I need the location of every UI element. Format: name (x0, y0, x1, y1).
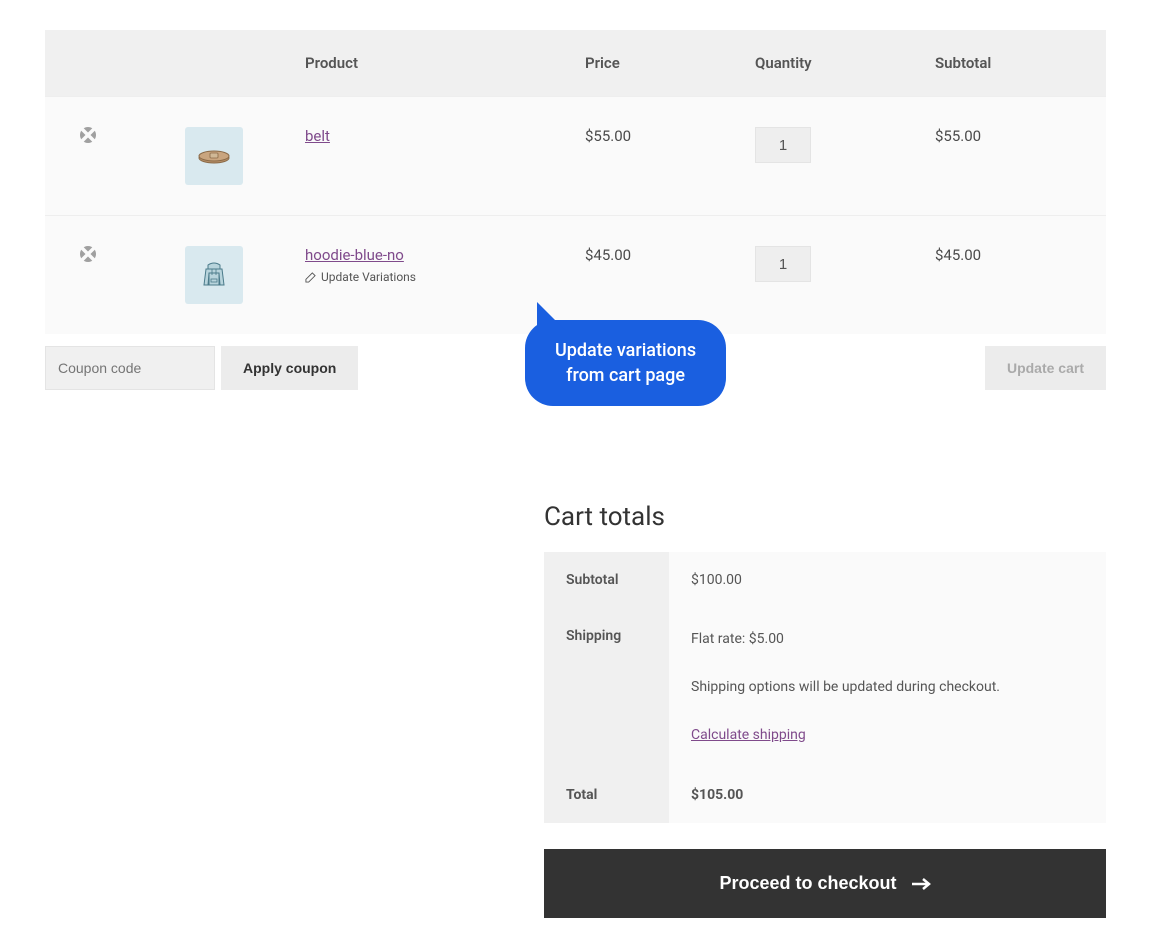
calculate-shipping-link[interactable]: Calculate shipping (691, 727, 806, 743)
subtotal-value: $100.00 (669, 552, 1106, 608)
hoodie-icon (194, 255, 234, 295)
remove-item-button[interactable] (80, 127, 96, 143)
quantity-input[interactable] (755, 127, 811, 163)
price-cell: $55.00 (565, 97, 735, 216)
shipping-label: Shipping (544, 608, 669, 767)
arrow-right-icon (911, 877, 931, 891)
subtotal-cell: $55.00 (915, 97, 1106, 216)
header-remove (45, 30, 165, 97)
header-quantity: Quantity (735, 30, 915, 97)
pencil-icon (305, 272, 316, 283)
shipping-rate: Flat rate: $5.00 (691, 631, 784, 647)
cart-table: Product Price Quantity Subtotal (45, 30, 1106, 334)
product-thumbnail[interactable] (185, 246, 243, 304)
product-link[interactable]: belt (305, 127, 330, 145)
total-label: Total (544, 767, 669, 823)
tooltip-callout: Update variations from cart page (525, 320, 726, 406)
product-link[interactable]: hoodie-blue-no (305, 246, 404, 264)
subtotal-cell: $45.00 (915, 216, 1106, 335)
close-icon (80, 246, 96, 262)
belt-icon (194, 136, 234, 176)
checkout-label: Proceed to checkout (719, 873, 896, 894)
subtotal-label: Subtotal (544, 552, 669, 608)
tooltip-line1: Update variations (555, 340, 696, 361)
header-price: Price (565, 30, 735, 97)
coupon-input[interactable] (45, 346, 215, 390)
proceed-to-checkout-button[interactable]: Proceed to checkout (544, 849, 1106, 918)
apply-coupon-button[interactable]: Apply coupon (221, 346, 358, 390)
update-variations-link[interactable]: Update Variations (305, 270, 416, 284)
shipping-note: Shipping options will be updated during … (691, 676, 1084, 700)
header-product: Product (285, 30, 565, 97)
table-row: belt $55.00 $55.00 (45, 97, 1106, 216)
product-thumbnail[interactable] (185, 127, 243, 185)
total-value: $105.00 (669, 767, 1106, 823)
totals-table: Subtotal $100.00 Shipping Flat rate: $5.… (544, 552, 1106, 823)
table-row: hoodie-blue-no Update Variations $45.00 … (45, 216, 1106, 335)
header-subtotal: Subtotal (915, 30, 1106, 97)
close-icon (80, 127, 96, 143)
cart-totals-section: Cart totals Subtotal $100.00 Shipping Fl… (544, 502, 1106, 918)
remove-item-button[interactable] (80, 246, 96, 262)
price-cell: $45.00 (565, 216, 735, 335)
cart-totals-title: Cart totals (544, 502, 1106, 532)
update-cart-button[interactable]: Update cart (985, 346, 1106, 390)
header-thumb (165, 30, 285, 97)
update-variations-label: Update Variations (321, 270, 416, 284)
tooltip-line2: from cart page (566, 365, 685, 386)
quantity-input[interactable] (755, 246, 811, 282)
